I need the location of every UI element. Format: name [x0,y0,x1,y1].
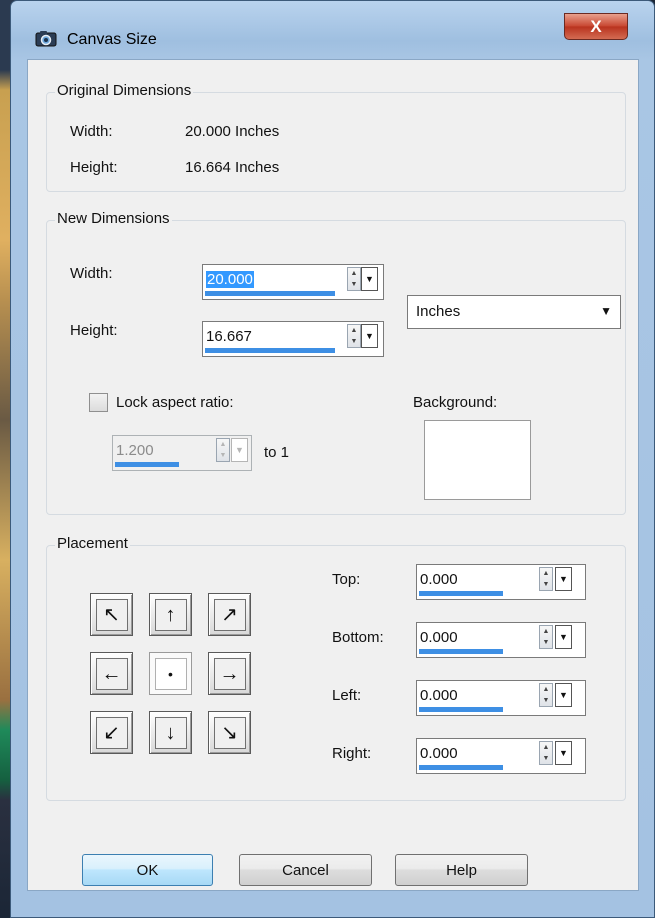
original-dimensions-group: Original Dimensions [46,82,626,192]
close-button[interactable]: X [564,13,628,40]
bottom-spin-arrows[interactable]: ▲ ▼ [539,625,553,649]
anchor-center-button[interactable]: • [149,652,192,695]
background-label: Background: [413,394,498,411]
left-value: 0.000 [420,687,458,704]
right-value: 0.000 [420,745,458,762]
top-slider[interactable] [419,591,503,596]
ok-button[interactable]: OK [82,854,213,886]
anchor-right-button[interactable]: → [208,652,251,695]
new-dimensions-legend: New Dimensions [55,210,172,227]
right-label: Right: [332,745,372,762]
right-dropdown-button[interactable]: ▼ [555,741,572,765]
lock-aspect-ratio-label[interactable]: Lock aspect ratio: [116,394,234,411]
right-slider[interactable] [419,765,503,770]
anchor-top-button[interactable]: ↑ [149,593,192,636]
left-spin-arrows[interactable]: ▲ ▼ [539,683,553,707]
aspect-ratio-dropdown-button[interactable]: ▼ [231,438,248,462]
right-input[interactable]: 0.000 ▲ ▼ ▼ [416,738,586,774]
chevron-down-icon: ▼ [600,304,612,318]
new-width-value: 20.000 [206,271,254,288]
aspect-ratio-suffix: to 1 [264,444,290,461]
ok-button-label: OK [136,861,159,879]
bottom-input[interactable]: 0.000 ▲ ▼ ▼ [416,622,586,658]
original-height-value: 16.664 Inches [185,159,280,176]
aspect-ratio-slider[interactable] [115,462,179,467]
window-title: Canvas Size [67,31,157,48]
close-icon: X [590,16,602,36]
arrow-down-left-icon: ↙ [95,716,128,749]
center-dot-icon: • [154,657,187,690]
top-dropdown-button[interactable]: ▼ [555,567,572,591]
left-slider[interactable] [419,707,503,712]
top-value: 0.000 [420,571,458,588]
new-width-label: Width: [70,265,113,282]
arrow-down-icon: ↓ [154,716,187,749]
dialog-body: Original Dimensions Width: 20.000 Inches… [27,59,639,891]
original-width-value: 20.000 Inches [185,123,280,140]
app-icon [35,31,57,47]
lock-aspect-ratio-checkbox[interactable] [89,393,108,412]
new-height-input[interactable]: 16.667 ▲ ▼ ▼ [202,321,384,357]
new-height-dropdown-button[interactable]: ▼ [361,324,378,348]
top-input[interactable]: 0.000 ▲ ▼ ▼ [416,564,586,600]
left-input[interactable]: 0.000 ▲ ▼ ▼ [416,680,586,716]
left-label: Left: [332,687,362,704]
arrow-up-left-icon: ↖ [95,598,128,631]
right-spin-arrows[interactable]: ▲ ▼ [539,741,553,765]
anchor-bottom-button[interactable]: ↓ [149,711,192,754]
original-height-label: Height: [70,159,118,176]
top-label: Top: [332,571,361,588]
help-button-label: Help [446,861,477,879]
aspect-ratio-input[interactable]: 1.200 ▲ ▼ ▼ [112,435,252,471]
help-button[interactable]: Help [395,854,528,886]
anchor-bottom-left-button[interactable]: ↙ [90,711,133,754]
anchor-top-left-button[interactable]: ↖ [90,593,133,636]
bottom-label: Bottom: [332,629,384,646]
new-width-slider[interactable] [205,291,335,296]
bottom-dropdown-button[interactable]: ▼ [555,625,572,649]
bottom-slider[interactable] [419,649,503,654]
arrow-up-icon: ↑ [154,598,187,631]
top-spin-arrows[interactable]: ▲ ▼ [539,567,553,591]
units-select[interactable]: Inches ▼ [407,295,621,329]
new-height-label: Height: [70,322,118,339]
arrow-left-icon: ← [95,657,128,690]
new-height-slider[interactable] [205,348,335,353]
original-dimensions-legend: Original Dimensions [55,82,194,99]
canvas-size-dialog: Canvas Size X Original Dimensions Width:… [10,0,655,918]
left-dropdown-button[interactable]: ▼ [555,683,572,707]
cancel-button-label: Cancel [282,861,329,879]
arrow-up-right-icon: ↗ [213,598,246,631]
original-width-label: Width: [70,123,113,140]
new-width-input[interactable]: 20.000 ▲ ▼ ▼ [202,264,384,300]
arrow-down-right-icon: ↘ [213,716,246,749]
aspect-ratio-value: 1.200 [116,442,154,459]
new-height-spin-arrows[interactable]: ▲ ▼ [347,324,361,348]
aspect-ratio-spin-arrows[interactable]: ▲ ▼ [216,438,230,462]
cancel-button[interactable]: Cancel [239,854,372,886]
background-color-swatch[interactable] [424,420,531,500]
anchor-left-button[interactable]: ← [90,652,133,695]
new-height-value: 16.667 [206,328,252,345]
new-width-dropdown-button[interactable]: ▼ [361,267,378,291]
units-value: Inches [416,303,461,320]
placement-legend: Placement [55,535,130,552]
new-width-spin-arrows[interactable]: ▲ ▼ [347,267,361,291]
anchor-bottom-right-button[interactable]: ↘ [208,711,251,754]
title-bar[interactable]: Canvas Size X [11,1,654,59]
anchor-top-right-button[interactable]: ↗ [208,593,251,636]
arrow-right-icon: → [213,657,246,690]
bottom-value: 0.000 [420,629,458,646]
